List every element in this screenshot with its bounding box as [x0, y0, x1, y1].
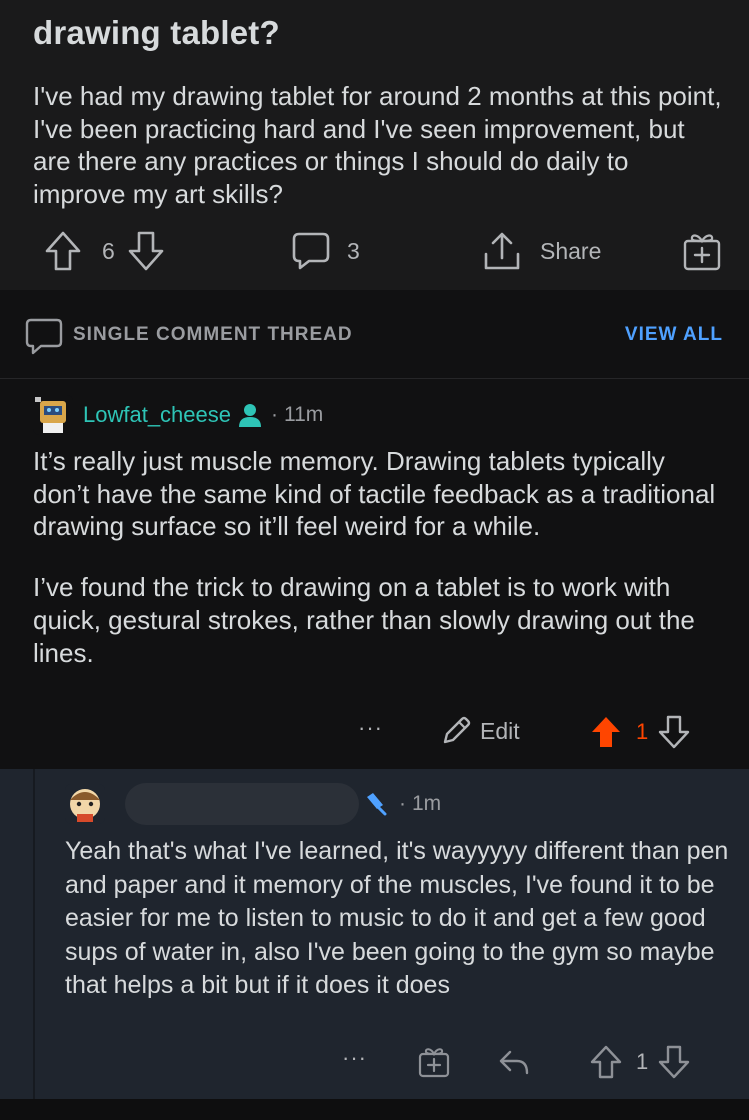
op-user-icon [237, 402, 263, 428]
comment-count: 3 [347, 237, 360, 264]
share-icon [482, 230, 522, 272]
more-options-button[interactable]: ··· [358, 715, 383, 741]
upvote-icon[interactable] [44, 230, 82, 272]
comments-button[interactable]: 3 [291, 230, 360, 272]
reply-vote-count: 1 [636, 1049, 649, 1074]
comment-icon [291, 230, 331, 272]
comment-vote-group: 1 [590, 715, 690, 749]
share-button[interactable]: Share [482, 230, 601, 272]
edit-label: Edit [480, 717, 520, 744]
comment: Lowfat_cheese · 11m It’s really just mus… [0, 379, 749, 769]
thread-label: SINGLE COMMENT THREAD [73, 324, 353, 345]
gift-icon [682, 231, 722, 273]
comment-username[interactable]: Lowfat_cheese [83, 402, 231, 428]
gift-icon [417, 1045, 451, 1079]
reply-author-row: · 1m [65, 783, 441, 825]
thread-line[interactable] [33, 769, 35, 1099]
comment-icon [24, 317, 64, 357]
downvote-icon[interactable] [658, 715, 690, 749]
post-body: I've had my drawing tablet for around 2 … [33, 81, 722, 209]
upvote-active-icon[interactable] [590, 715, 622, 749]
view-all-link[interactable]: VIEW ALL [625, 324, 723, 346]
award-button[interactable] [682, 231, 722, 273]
edited-pen-icon [363, 791, 391, 817]
post-vote-group: 6 [44, 230, 165, 272]
comment-separator: · [271, 403, 278, 426]
avatar[interactable] [33, 395, 73, 435]
redacted-username [125, 783, 359, 825]
single-thread-bar: SINGLE COMMENT THREAD VIEW ALL [0, 290, 749, 379]
comment-author-row: Lowfat_cheese · 11m [33, 395, 323, 435]
reply-body: Yeah that's what I've learned, it's wayy… [65, 837, 729, 999]
reply-timestamp: 1m [412, 792, 442, 815]
post-title: drawing tablet? [33, 14, 280, 51]
pencil-icon [440, 715, 472, 747]
avatar[interactable] [65, 784, 105, 824]
reply-comment: · 1m Yeah that's what I've learned, it's… [0, 769, 749, 1099]
comment-timestamp: 11m [284, 403, 324, 426]
share-label: Share [540, 237, 602, 264]
edit-button[interactable]: Edit [440, 715, 520, 747]
comment-vote-count: 1 [636, 719, 649, 744]
reply-separator: · [399, 792, 406, 815]
post-vote-count: 6 [102, 237, 115, 264]
reply-more-options-button[interactable]: ··· [342, 1045, 367, 1071]
comment-body: It’s really just muscle memory. Drawing … [33, 445, 723, 697]
reply-award-button[interactable] [417, 1045, 451, 1079]
downvote-icon[interactable] [658, 1045, 690, 1079]
bottom-strip [0, 1099, 749, 1120]
reply-button[interactable] [497, 1045, 531, 1079]
post-action-bar: 6 3 Share [0, 228, 749, 274]
comment-paragraph: It’s really just muscle memory. Drawing … [33, 446, 716, 542]
upvote-icon[interactable] [590, 1045, 622, 1079]
post-card: drawing tablet? I've had my drawing tabl… [0, 0, 749, 290]
downvote-icon[interactable] [127, 230, 165, 272]
reply-arrow-icon [497, 1045, 531, 1079]
reply-vote-group: 1 [590, 1045, 690, 1079]
comment-paragraph: I’ve found the trick to drawing on a tab… [33, 572, 695, 668]
